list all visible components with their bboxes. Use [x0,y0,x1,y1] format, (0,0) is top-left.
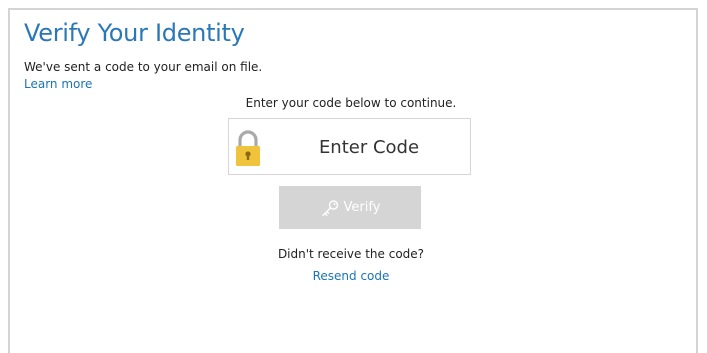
code-input[interactable] [275,129,463,165]
key-icon [320,199,340,217]
resend-code-link[interactable]: Resend code [313,269,390,283]
lock-icon [234,129,262,167]
intro-message: We've sent a code to your email on file. [24,60,263,74]
learn-more-link[interactable]: Learn more [24,77,92,92]
code-instruction: Enter your code below to continue. [245,96,457,110]
verification-panel: Verify Your Identity We've sent a code t… [8,8,698,353]
page-title: Verify Your Identity [24,19,245,47]
verify-button-label: Verify [343,200,381,215]
verify-button[interactable]: Verify [279,186,421,229]
resend-row: Resend code [228,269,474,284]
code-field-container[interactable] [228,118,471,175]
no-code-prompt: Didn't receive the code? [277,247,425,261]
